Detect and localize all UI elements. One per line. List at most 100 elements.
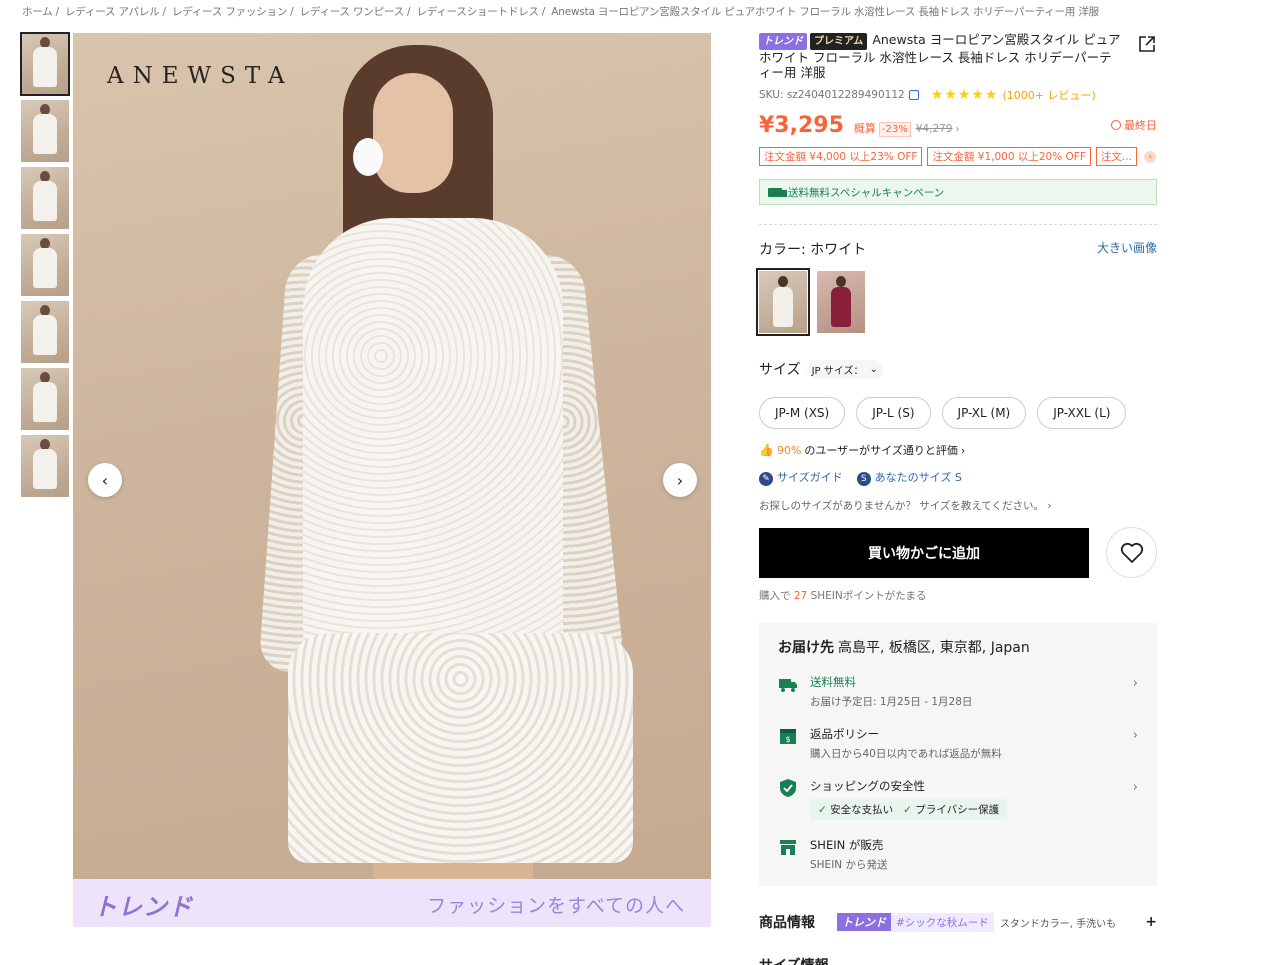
- color-label: カラー: ホワイト: [759, 239, 866, 259]
- prev-image-button[interactable]: ‹: [88, 463, 122, 497]
- size-option-l[interactable]: JP-L (S): [856, 397, 931, 429]
- product-info-section[interactable]: 商品情報 トレンド #シックな秋ムード スタンドカラー, 手洗いも... +: [759, 912, 1157, 932]
- points-value: 27: [793, 590, 808, 602]
- coupon-3[interactable]: 注文...: [1095, 147, 1137, 166]
- size-system-value: JP サイズ：: [811, 365, 864, 377]
- premium-badge: プレミアム: [810, 33, 868, 50]
- return-policy-icon: $: [780, 729, 796, 744]
- main-product-image[interactable]: ANEWSTA トレンド ファッションをすべての人へ ‹ ›: [73, 33, 711, 927]
- size-not-found-link[interactable]: お探しのサイズがありませんか？ サイズを教えてください。 ›: [759, 498, 1157, 513]
- clock-icon: [1111, 120, 1121, 130]
- rating-stars-icon: ★★★★★: [930, 87, 999, 103]
- estimate-label: 概算: [853, 122, 876, 135]
- trend-badge: トレンド: [837, 913, 891, 931]
- next-image-button[interactable]: ›: [663, 463, 697, 497]
- thumbnail-1[interactable]: [20, 32, 70, 96]
- size-guide-link[interactable]: ✎ サイズガイド: [759, 469, 843, 486]
- copy-icon[interactable]: [908, 90, 919, 100]
- size-system-select[interactable]: JP サイズ： ⌄: [806, 359, 883, 379]
- chevron-right-icon: ›: [1132, 780, 1138, 795]
- last-day-countdown: 最終日: [1111, 117, 1157, 133]
- thumbnail-2[interactable]: [21, 100, 69, 162]
- chevron-right-icon: ›: [1132, 728, 1138, 743]
- coupon-list: 注文金額 ¥4,000 以上23% OFF 注文金額 ¥1,000 以上20% …: [759, 147, 1157, 166]
- size-row: サイズ JP サイズ： ⌄: [759, 359, 1157, 379]
- delivery-address[interactable]: お届け先 高島平, 板橋区, 東京都, Japan: [778, 637, 1138, 657]
- delivery-panel: お届け先 高島平, 板橋区, 東京都, Japan 送料無料お届け予定日: 1月2…: [759, 623, 1157, 886]
- style-tag: #シックな秋ムード: [891, 912, 994, 932]
- dress-bodice: [303, 218, 563, 678]
- size-options: JP-M (XS) JP-L (S) JP-XL (M) JP-XXL (L): [759, 397, 1157, 429]
- store-icon: [780, 840, 796, 855]
- coupon-more-icon[interactable]: ›: [1143, 150, 1156, 163]
- breadcrumb-apparel[interactable]: レディース アパレル: [65, 6, 160, 18]
- coupon-1[interactable]: 注文金額 ¥4,000 以上23% OFF: [759, 147, 923, 166]
- product-info-heading: 商品情報: [759, 915, 815, 931]
- cart-row: 買い物かごに追加: [759, 527, 1157, 578]
- return-title: 返品ポリシー: [810, 727, 879, 741]
- security-title: ショッピングの安全性: [810, 779, 925, 793]
- product-title-row: トレンド プレミアム Anewsta ヨーロピアン宮殿スタイル ピュアホワイト フロ…: [759, 32, 1157, 80]
- delivery-item-security[interactable]: ショッピングの安全性 安全な支払いプライバシー保護 ›: [778, 778, 1138, 820]
- size-option-xl[interactable]: JP-XL (M): [941, 397, 1027, 429]
- breadcrumb-home[interactable]: ホーム: [22, 6, 53, 18]
- thumbnail-7[interactable]: [21, 435, 69, 497]
- add-to-cart-button[interactable]: 買い物かごに追加: [759, 527, 1089, 578]
- banner-tagline: ファッションをすべての人へ: [427, 895, 685, 917]
- size-icon: S: [856, 472, 871, 486]
- breadcrumb-dresses[interactable]: レディース ワンピース: [300, 6, 405, 18]
- price-row: ¥3,295 概算 -23% ¥4,279 › 最終日: [759, 113, 1157, 138]
- thumbnail-5[interactable]: [21, 301, 69, 363]
- delivery-address-value: 高島平, 板橋区, 東京都, Japan: [838, 640, 1030, 656]
- dress-skirt: [288, 633, 633, 863]
- size-fit-row[interactable]: 👍 90% のユーザーがサイズ通りと評価 ›: [759, 442, 1157, 458]
- large-image-link[interactable]: 大きい画像: [1097, 239, 1157, 259]
- delivery-item-seller: SHEIN が販売 SHEIN から発送: [778, 837, 1138, 872]
- shipping-title: 送料無料: [810, 675, 856, 689]
- free-shipping-banner: 送料無料スペシャルキャンペーン: [759, 179, 1157, 205]
- size-guide-row: ✎ サイズガイド S あなたのサイズ S: [759, 469, 1157, 486]
- ruler-icon: ✎: [759, 472, 773, 486]
- size-option-xxl[interactable]: JP-XXL (L): [1037, 397, 1127, 429]
- seller-title: SHEIN が販売: [810, 838, 884, 852]
- shipping-eta: お届け予定日: 1月25日 - 1月28日: [810, 696, 973, 708]
- chevron-down-icon: ⌄: [869, 363, 878, 375]
- seller-sub: SHEIN から発送: [810, 859, 888, 871]
- wishlist-button[interactable]: [1106, 527, 1157, 578]
- share-icon[interactable]: [1137, 34, 1157, 54]
- svg-text:$: $: [785, 735, 790, 744]
- delivery-item-return[interactable]: $ 返品ポリシー購入日から40日以内であれば返品が無料 ›: [778, 726, 1138, 761]
- color-swatches: [756, 268, 1157, 336]
- breadcrumb: ホーム / レディース アパレル / レディース ファッション / レディース ワンピ…: [22, 6, 1099, 18]
- breadcrumb-short-dresses[interactable]: レディースショートドレス: [416, 6, 539, 18]
- review-count-link[interactable]: (1000+ レビュー): [1002, 87, 1095, 103]
- sku-text: SKU: sz2404012289490112: [759, 89, 905, 101]
- trend-banner: トレンド ファッションをすべての人へ: [73, 879, 711, 927]
- thumbnail-4[interactable]: [21, 234, 69, 296]
- size-label: サイズ: [759, 362, 801, 378]
- thumbs-up-icon: 👍: [759, 443, 774, 457]
- chevron-right-icon: ›: [676, 470, 684, 490]
- breadcrumb-fashion[interactable]: レディース ファッション: [172, 6, 287, 18]
- size-info-heading[interactable]: サイズ情報: [759, 955, 829, 965]
- last-day-label: 最終日: [1124, 119, 1157, 132]
- points-text: 購入で 27 SHEINポイントがたまる: [759, 588, 1157, 603]
- size-not-found-text: お探しのサイズがありませんか？ サイズを教えてください。: [759, 500, 1045, 512]
- coupon-2[interactable]: 注文金額 ¥1,000 以上20% OFF: [927, 147, 1091, 166]
- fit-percentage: 90%: [776, 443, 802, 457]
- thumbnail-6[interactable]: [21, 368, 69, 430]
- color-swatch-burgundy[interactable]: [817, 271, 865, 333]
- divider: [759, 224, 1157, 225]
- your-size-link[interactable]: S あなたのサイズ S: [856, 469, 962, 486]
- delivery-item-shipping[interactable]: 送料無料 お届け予定日: 1月25日 - 1月28日 ›: [778, 674, 1138, 709]
- product-info-panel: トレンド プレミアム Anewsta ヨーロピアン宮殿スタイル ピュアホワイト フロ…: [756, 32, 1157, 886]
- thumbnail-3[interactable]: [21, 167, 69, 229]
- sale-price: ¥3,295: [759, 113, 844, 138]
- size-option-m[interactable]: JP-M (XS): [759, 397, 846, 429]
- chevron-right-icon[interactable]: ›: [956, 124, 960, 135]
- expand-plus-icon[interactable]: +: [1145, 914, 1157, 930]
- return-sub: 購入日から40日以内であれば返品が無料: [810, 748, 1002, 760]
- shield-icon: [780, 779, 796, 797]
- color-swatch-white[interactable]: [756, 268, 810, 336]
- delivery-label: お届け先: [778, 640, 834, 656]
